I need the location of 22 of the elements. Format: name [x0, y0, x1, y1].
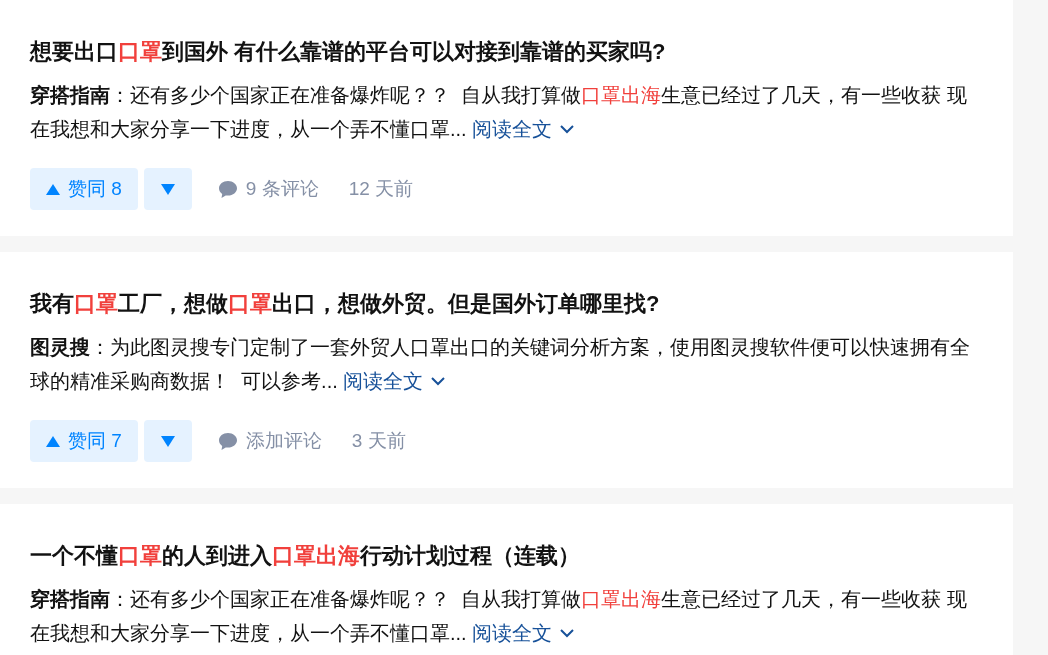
- chevron-down-icon: [560, 124, 575, 134]
- result-title[interactable]: 一个不懂口罩的人到进入口罩出海行动计划过程（连载）: [30, 540, 983, 572]
- result-title[interactable]: 想要出口 口罩到国外 有什么靠谱的平台可以对接到靠谱的买家吗?: [30, 36, 983, 68]
- read-more-link[interactable]: 阅读全文: [472, 616, 575, 650]
- read-more-link[interactable]: 阅读全文: [343, 364, 446, 398]
- speech-bubble-icon: [217, 179, 238, 199]
- read-more-link[interactable]: 阅读全文: [472, 112, 575, 146]
- triangle-down-icon: [160, 435, 175, 447]
- downvote-button[interactable]: [143, 420, 192, 462]
- triangle-up-icon: [46, 435, 60, 447]
- post-time: 3 天前: [351, 428, 406, 453]
- post-time: 12 天前: [348, 176, 414, 201]
- excerpt-text: 图灵搜：为此图灵搜专门定制了一套外贸人口罩出口的关键词分析方案，使用图灵搜软件便可以快速拥有全球的精准采购商数据！ 可以参考... 阅读全文: [30, 330, 983, 398]
- speech-bubble-icon: [217, 431, 238, 451]
- downvote-button[interactable]: [143, 168, 192, 210]
- chevron-down-icon: [431, 376, 446, 386]
- triangle-down-icon: [160, 183, 175, 195]
- excerpt-text: 穿搭指南：还有多少个国家正在准备爆炸呢？？ 自从我打算做口罩出海生意已经过了几天，有一些收获 现在我想和大家分享一下进度，从一个弄不懂口罩... 阅读全文: [30, 78, 983, 146]
- triangle-up-icon: [46, 183, 60, 195]
- result-title[interactable]: 我有口罩工厂，想做口罩出口，想做外贸。但是国外订单哪里找?: [30, 288, 983, 320]
- excerpt-text: 穿搭指南：还有多少个国家正在准备爆炸呢？？ 自从我打算做口罩出海生意已经过了几天，有一些收获 现在我想和大家分享一下进度，从一个弄不懂口罩... 阅读全文: [30, 582, 983, 650]
- chevron-down-icon: [560, 628, 575, 638]
